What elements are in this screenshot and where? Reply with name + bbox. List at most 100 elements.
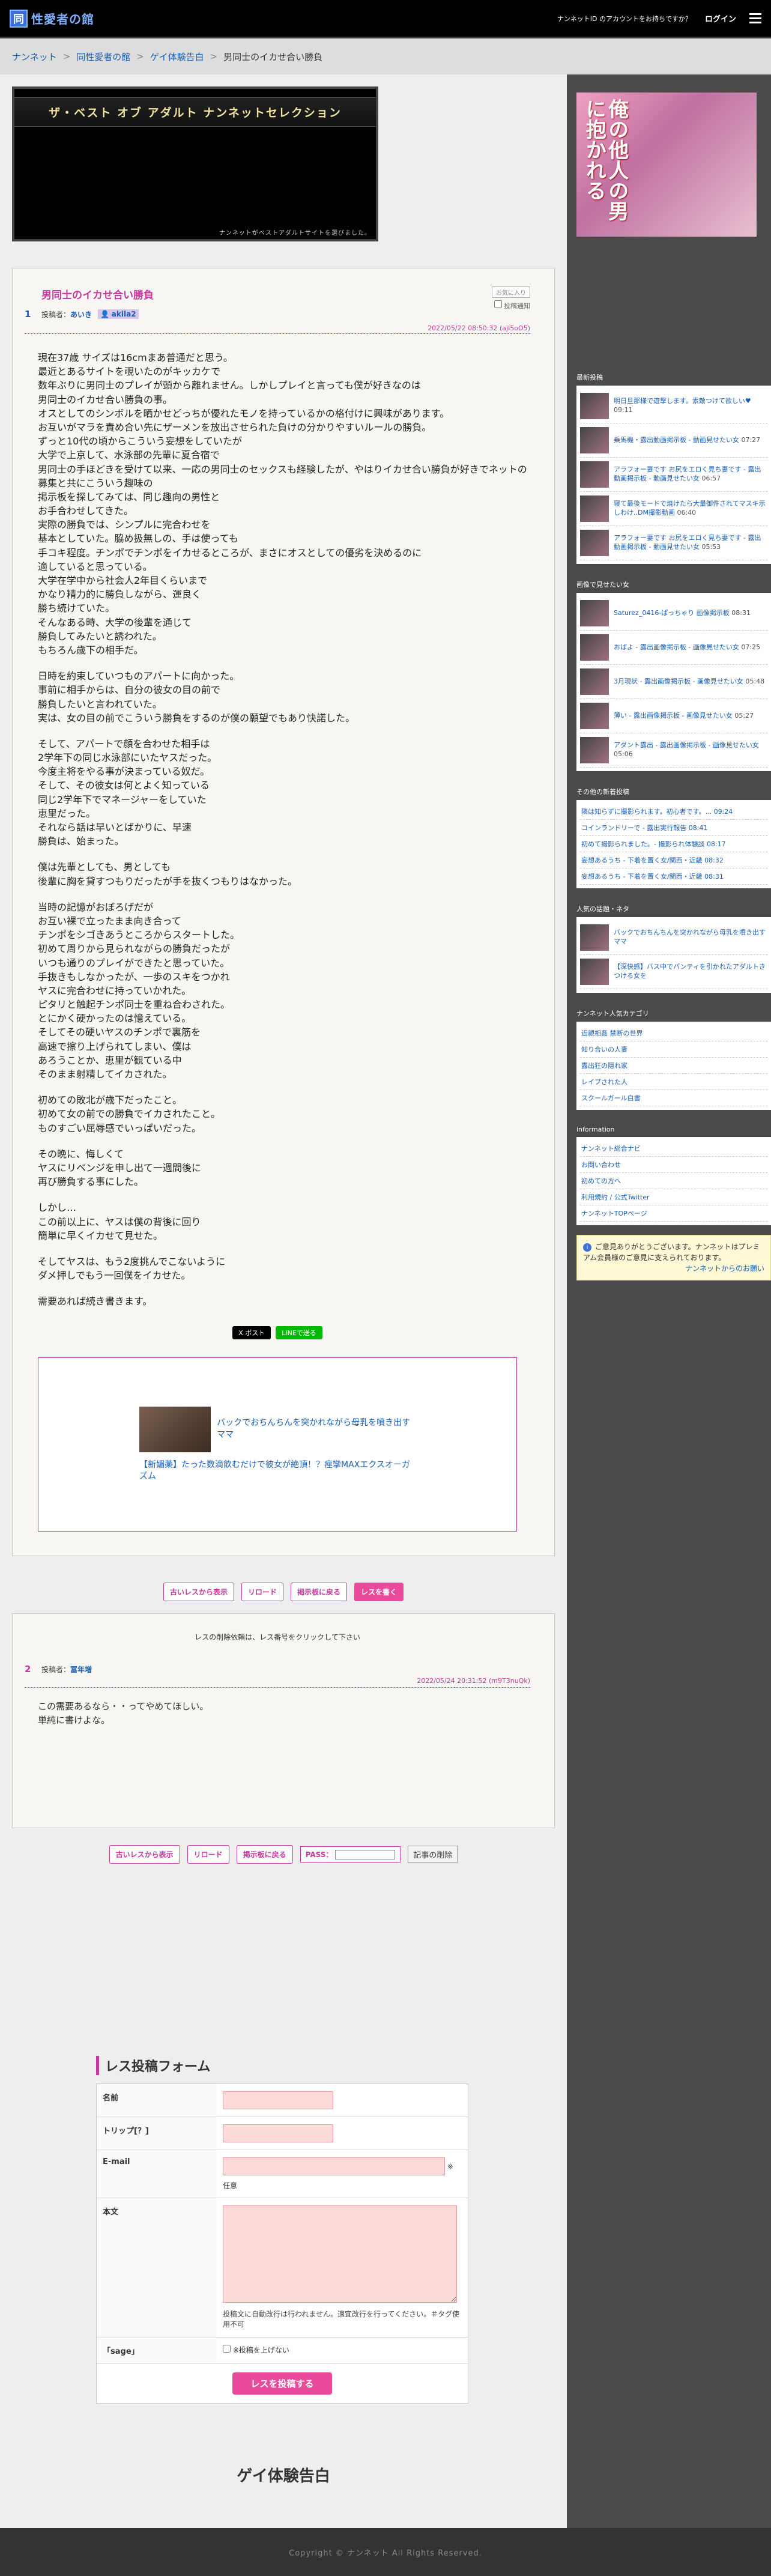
sidebar-item-link[interactable]: おばよ - 露出画像掲示板 - 画像見せたい女 [614, 643, 739, 651]
poster-tag[interactable]: 👤 akila2 [98, 309, 139, 319]
old-replies-button-2[interactable]: 古いレスから表示 [109, 1845, 180, 1864]
inline-ad[interactable]: バックでおちんちんを突かれながら母乳を噴き出すママ 【新媚薬】たった数滴飲むだけ… [38, 1357, 517, 1532]
breadcrumb-item-current: 男同士のイカせ合い勝負 [223, 51, 323, 62]
sidebar-list-item[interactable]: バックでおちんちんを突かれながら母乳を噴き出すママ [580, 921, 767, 955]
pass-input[interactable] [335, 1849, 396, 1859]
favorite-button[interactable]: お気に入り [492, 286, 530, 298]
post-number[interactable]: 1 [25, 309, 35, 320]
breadcrumb-item-category[interactable]: 同性愛者の館 [76, 50, 130, 63]
reply-number[interactable]: 2 [25, 1664, 35, 1674]
item-time: 07:27 [739, 435, 761, 444]
top-banner[interactable]: ザ・ベスト オブ アダルト ナンネットセレクション ナンネットがベストアダルトサ… [12, 86, 378, 241]
info-icon: i [583, 1243, 591, 1252]
sidebar-item-link[interactable]: アラフォー妻です お尻をエロく見ち妻です - 露出動画掲示板 - 動画見せたい女 [614, 534, 761, 551]
delete-post-button[interactable]: 記事の削除 [408, 1846, 458, 1864]
reload-button[interactable]: リロード [241, 1583, 283, 1602]
hamburger-menu-icon[interactable] [749, 13, 761, 23]
sidebar-ad-image[interactable]: 俺の他人の男に抱かれる [576, 92, 757, 237]
x-share-button[interactable]: X ポスト [232, 1326, 271, 1340]
sidebar-link[interactable]: 妄想あるうち - 下着を置く女/関西・近畿 08:32 [580, 852, 767, 868]
ad-link-2[interactable]: 【新媚薬】たった数滴飲むだけで彼女が絶頂！？痙攣MAXエクスオーガズム [139, 1459, 416, 1483]
ad-link-1[interactable]: バックでおちんちんを突かれながら母乳を噴き出すママ [217, 1417, 416, 1441]
sidebar-item-link[interactable]: 3月現状 - 露出画像掲示板 - 画像見せたい女 [614, 677, 743, 685]
sidebar-item-link[interactable]: 薄い - 露出画像掲示板 - 画像見せたい女 [614, 712, 733, 720]
sidebar-section-title: その他の新着投稿 [576, 788, 629, 796]
back-to-board-button-2[interactable]: 掲示板に戻る [236, 1845, 293, 1864]
reply-body: この需要あるなら・・ってやめてほしい。 単純に書けよな。 [38, 1701, 209, 1726]
poster-name[interactable]: あいき [70, 311, 92, 319]
reply-poster-name[interactable]: 冨年増 [70, 1665, 92, 1674]
thumbnail-image[interactable] [580, 530, 609, 556]
thumbnail-image[interactable] [580, 496, 609, 522]
thumbnail-image[interactable] [580, 634, 609, 661]
back-to-board-button[interactable]: 掲示板に戻る [291, 1583, 348, 1602]
sidebar-list-item[interactable]: Saturez_0416-ぱっちゃり 画像掲示板 08:31 [580, 596, 767, 631]
sidebar-link[interactable]: スクールガール白書 [580, 1090, 767, 1106]
email-input[interactable] [223, 2157, 445, 2176]
site-footer: Copyright © ナンネット All Rights Reserved. [0, 2528, 771, 2576]
sidebar-link[interactable]: ナンネット総合ナビ [580, 1141, 767, 1157]
thumbnail-image[interactable] [580, 737, 609, 763]
sidebar-link[interactable]: ナンネットTOPページ [580, 1205, 767, 1222]
sidebar-list-item[interactable]: おばよ - 露出画像掲示板 - 画像見せたい女 07:25 [580, 631, 767, 665]
post-paragraph: 日時を約束していつものアパートに向かった。 事前に相手からは、自分の彼女の目の前… [38, 670, 355, 724]
sidebar-link[interactable]: 妄想あるうち - 下着を置く女/関西・近畿 08:31 [580, 868, 767, 885]
sidebar-list-item[interactable]: アラフォー妻です お尻をエロく見ち妻です - 露出動画掲示板 - 動画見せたい女… [580, 526, 767, 560]
thumbnail-image[interactable] [580, 703, 609, 729]
thumbnail-image[interactable] [580, 600, 609, 626]
sidebar-link[interactable]: 隣は知らずに撮影られます。初心者です。... 09:24 [580, 804, 767, 820]
thumbnail-image[interactable] [580, 924, 609, 951]
info-link[interactable]: ナンネットからのお願い [685, 1264, 764, 1273]
thread-title: 男同士のイカせ合い勝負 [41, 289, 154, 302]
thumbnail-image[interactable] [580, 668, 609, 695]
body-textarea[interactable] [223, 2205, 457, 2303]
sidebar-item-link[interactable]: 明日旦那様で遊撃します。素敵つけて欲しい♥ [614, 397, 751, 405]
post-paragraph: 僕は先輩としても、男としても 後輩に胸を貸すつもりだったが手を抜くつもりはなかっ… [38, 861, 298, 887]
sidebar-link[interactable]: 知り合いの人妻 [580, 1041, 767, 1058]
item-time: 05:06 [614, 750, 633, 758]
login-link[interactable]: ログイン [705, 13, 736, 24]
bottom-board-title[interactable]: ゲイ体験告白 [12, 2464, 555, 2486]
name-input[interactable] [223, 2091, 333, 2110]
sidebar-link[interactable]: 近親相姦 禁断の世界 [580, 1025, 767, 1041]
sidebar-link[interactable]: 利用規約 / 公式Twitter [580, 1189, 767, 1205]
sidebar-link[interactable]: 初めての方へ [580, 1173, 767, 1189]
breadcrumb-item-board[interactable]: ゲイ体験告白 [150, 50, 204, 63]
post-paragraph: そして、アパートで顔を合わせた相手は 2学年下の同じ水泳部にいたヤスだった。 今… [38, 738, 217, 847]
sidebar-item-link[interactable]: バックでおちんちんを突かれながら母乳を噴き出すママ [614, 929, 766, 945]
thumbnail-image[interactable] [580, 393, 609, 419]
sidebar-link[interactable]: お問い合わせ [580, 1157, 767, 1173]
sidebar-link[interactable]: レイプされた人 [580, 1074, 767, 1090]
sidebar-list-item[interactable]: 3月現状 - 露出画像掲示板 - 画像見せたい女 05:48 [580, 665, 767, 699]
sidebar-list-item[interactable]: アダント露出 - 露出画像掲示板 - 画像見せたい女 05:06 [580, 733, 767, 768]
sidebar-link[interactable]: 初めて撮影られました。- 撮影られ体験談 08:17 [580, 836, 767, 852]
sidebar-list-item[interactable]: アラフォー妻です お尻をエロく見ち妻です - 露出動画掲示板 - 動画見せたい女… [580, 458, 767, 492]
post-body: 現在37歳 サイズは16cmまあ普通だと思う。 最近とあるサイトを覗いたのがキッ… [38, 351, 530, 1308]
sidebar-link[interactable]: 露出狂の隠れ家 [580, 1058, 767, 1074]
site-logo[interactable]: 同 性愛者の館 [10, 9, 94, 28]
thumbnail-image[interactable] [580, 959, 609, 985]
submit-reply-button[interactable]: レスを投稿する [232, 2372, 332, 2395]
sidebar-item-link[interactable]: アラフォー妻です お尻をエロく見ち妻です - 露出動画掲示板 - 動画見せたい女 [614, 465, 761, 482]
write-reply-button[interactable]: レスを書く [354, 1583, 404, 1602]
breadcrumb-item-home[interactable]: ナンネット [12, 50, 57, 63]
line-share-button[interactable]: LINEで送る [276, 1326, 322, 1340]
sidebar-item-link[interactable]: アダント露出 - 露出画像掲示板 - 画像見せたい女 [614, 741, 759, 749]
sidebar-list-item[interactable]: 乗馬機・露出動画掲示板 - 動画見せたい女 07:27 [580, 423, 767, 458]
reload-button-2[interactable]: リロード [187, 1845, 229, 1864]
trip-input[interactable] [223, 2124, 333, 2143]
sidebar-link[interactable]: コインランドリーで - 露出実行報告 08:41 [580, 820, 767, 836]
thumbnail-image[interactable] [580, 427, 609, 453]
thumbnail-image[interactable] [580, 461, 609, 488]
sidebar-list-item[interactable]: 明日旦那様で遊撃します。素敵つけて欲しい♥ 09:11 [580, 389, 767, 423]
sidebar-item-link[interactable]: 乗馬機・露出動画掲示板 - 動画見せたい女 [614, 436, 739, 444]
old-replies-button[interactable]: 古いレスから表示 [163, 1583, 234, 1602]
sidebar-list-item[interactable]: 寝て最後モードで焼けたら大量御件されてマスキ示しわけ..DM撮影動画 06:40 [580, 492, 767, 526]
ad-thumbnail[interactable] [139, 1406, 211, 1452]
notify-checkbox[interactable]: 投稿通知 [492, 300, 530, 311]
sidebar-item-link[interactable]: Saturez_0416-ぱっちゃり 画像掲示板 [614, 609, 730, 617]
sidebar-list-item[interactable]: 薄い - 露出画像掲示板 - 画像見せたい女 05:27 [580, 699, 767, 733]
sidebar-list-item[interactable]: 【深快感】バス中でパンティを引かれたアダルトきつける女を [580, 955, 767, 989]
sage-checkbox[interactable]: ※投稿を上げない [223, 2345, 289, 2354]
sidebar-item-link[interactable]: 【深快感】バス中でパンティを引かれたアダルトきつける女を [614, 963, 766, 980]
